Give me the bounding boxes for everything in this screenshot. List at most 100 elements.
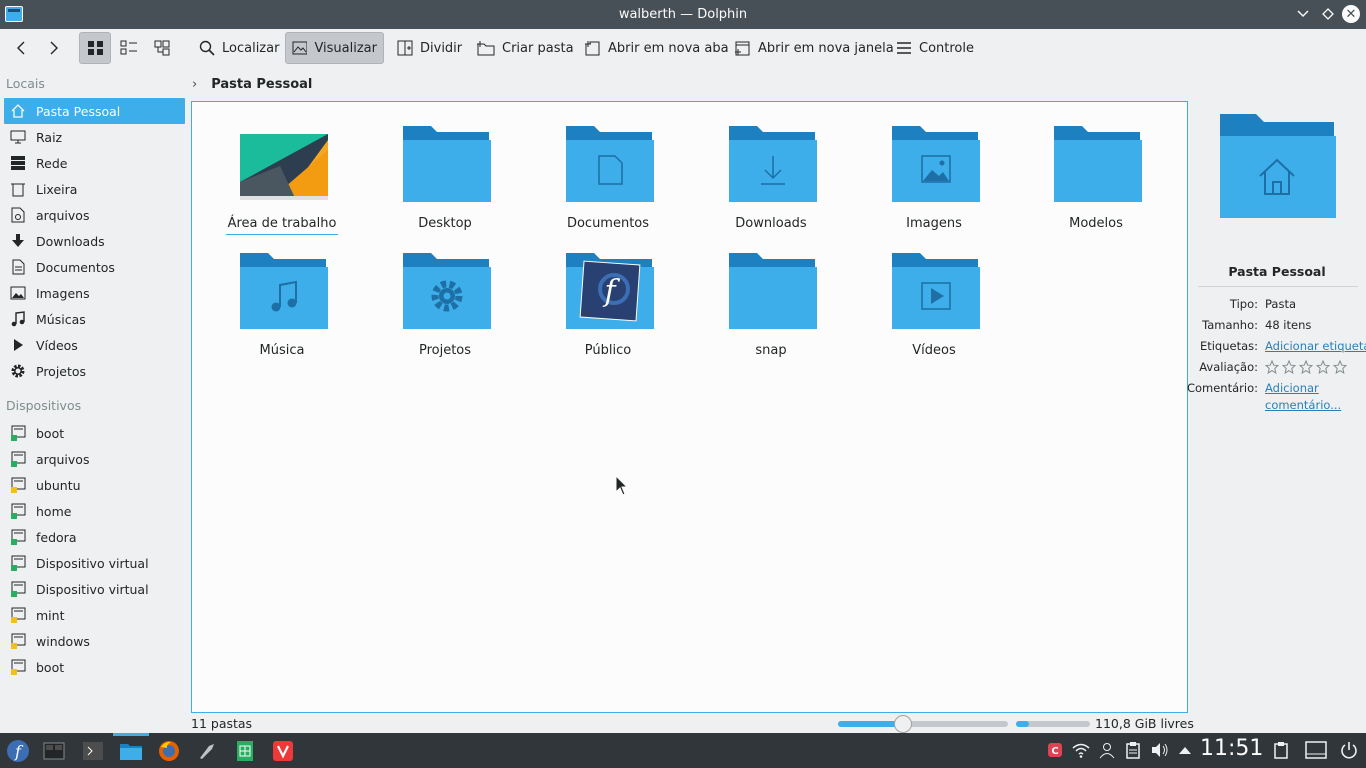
sidebar-item-videos[interactable]: Vídeos bbox=[4, 332, 185, 358]
sidebar-item-projects[interactable]: Projetos bbox=[4, 358, 185, 384]
svg-text:C: C bbox=[1051, 746, 1058, 757]
sidebar-item-downloads[interactable]: Downloads bbox=[4, 228, 185, 254]
close-icon[interactable]: ✕ bbox=[1342, 5, 1360, 23]
sidebar-device-virtual-2[interactable]: Dispositivo virtual bbox=[4, 576, 185, 602]
krita-icon[interactable] bbox=[193, 737, 221, 765]
folder-downloads-icon bbox=[729, 126, 817, 202]
breadcrumb-current[interactable]: Pasta Pessoal bbox=[211, 77, 312, 92]
file-item[interactable]: Modelos bbox=[1021, 106, 1171, 231]
file-item[interactable]: f Público bbox=[533, 233, 683, 358]
places-panel: Locais Pasta Pessoal Raiz Rede Lixeira a… bbox=[0, 70, 188, 710]
dolphin-icon[interactable] bbox=[113, 733, 149, 765]
firefox-icon[interactable] bbox=[155, 737, 183, 765]
spreadsheet-icon[interactable] bbox=[231, 737, 259, 765]
compact-view-icon bbox=[120, 40, 137, 55]
back-button[interactable] bbox=[8, 32, 34, 64]
add-comment-link[interactable]: Adicionar bbox=[1265, 381, 1319, 395]
file-item[interactable]: Vídeos bbox=[859, 233, 1009, 358]
sidebar-device-windows[interactable]: windows bbox=[4, 628, 185, 654]
home-icon bbox=[8, 101, 28, 121]
preview-button[interactable]: Visualizar bbox=[285, 32, 384, 64]
sidebar-item-music[interactable]: Músicas bbox=[4, 306, 185, 332]
sidebar-item-label: Pasta Pessoal bbox=[36, 103, 121, 119]
sidebar-item-label: Raiz bbox=[36, 129, 63, 145]
mouse-cursor-icon bbox=[615, 475, 629, 496]
sidebar-item-home[interactable]: Pasta Pessoal bbox=[4, 98, 185, 124]
information-panel: Pasta Pessoal Tipo: Pasta Tamanho: 48 it… bbox=[1187, 101, 1366, 713]
sidebar-device-arquivos[interactable]: arquivos bbox=[4, 446, 185, 472]
sidebar-item-label: Projetos bbox=[36, 363, 87, 379]
power-icon[interactable] bbox=[1340, 741, 1358, 759]
sidebar-device-mint[interactable]: mint bbox=[4, 602, 185, 628]
icons-view-button[interactable] bbox=[79, 32, 111, 64]
minimize-icon[interactable] bbox=[1293, 4, 1313, 24]
file-item[interactable]: snap bbox=[696, 233, 846, 358]
file-item[interactable]: Área de trabalho bbox=[207, 106, 357, 235]
file-item[interactable]: Documentos bbox=[533, 106, 683, 231]
add-comment-link-2[interactable]: comentário... bbox=[1265, 398, 1341, 412]
star-icon[interactable] bbox=[1282, 360, 1296, 374]
user-switch-icon[interactable] bbox=[1098, 741, 1116, 759]
breadcrumb[interactable]: › Pasta Pessoal bbox=[192, 74, 312, 94]
star-icon[interactable] bbox=[1316, 360, 1330, 374]
sidebar-device-boot[interactable]: boot bbox=[4, 420, 185, 446]
split-button[interactable]: Dividir bbox=[391, 32, 468, 64]
file-item[interactable]: Projetos bbox=[370, 233, 520, 358]
sidebar-item-trash[interactable]: Lixeira bbox=[4, 176, 185, 202]
disk-space-bar[interactable] bbox=[1016, 721, 1090, 727]
file-item[interactable]: Música bbox=[207, 233, 357, 358]
volume-icon[interactable] bbox=[1150, 741, 1168, 759]
sidebar-device-virtual-1[interactable]: Dispositivo virtual bbox=[4, 550, 185, 576]
clipboard-icon[interactable] bbox=[1124, 741, 1142, 759]
security-icon[interactable]: C bbox=[1046, 741, 1064, 759]
sidebar-device-fedora[interactable]: fedora bbox=[4, 524, 185, 550]
maximize-icon[interactable] bbox=[1318, 4, 1338, 24]
sidebar-item-root[interactable]: Raiz bbox=[4, 124, 185, 150]
rating-stars[interactable] bbox=[1265, 360, 1347, 374]
drive-green-icon bbox=[8, 579, 28, 599]
show-desktop-icon[interactable] bbox=[1304, 741, 1328, 759]
sidebar-item-network[interactable]: Rede bbox=[4, 150, 185, 176]
expand-tray-icon[interactable] bbox=[1176, 741, 1194, 759]
file-item[interactable]: Desktop bbox=[370, 106, 520, 231]
sidebar-device-home[interactable]: home bbox=[4, 498, 185, 524]
compact-view-button[interactable] bbox=[113, 32, 145, 64]
document-icon bbox=[8, 257, 28, 277]
zoom-slider-handle[interactable] bbox=[893, 715, 912, 733]
fedora-launcher-icon[interactable]: f bbox=[4, 737, 32, 765]
clipboard-history-icon[interactable] bbox=[1272, 741, 1290, 759]
folder-gear-icon bbox=[403, 253, 491, 329]
find-button[interactable]: Localizar bbox=[193, 32, 285, 64]
create-folder-button[interactable]: Criar pasta bbox=[471, 32, 580, 64]
open-new-window-button[interactable]: Abrir em nova janela bbox=[727, 32, 900, 64]
create-folder-label: Criar pasta bbox=[502, 40, 574, 56]
add-tags-link[interactable]: Adicionar etiquetas bbox=[1265, 339, 1366, 353]
file-item[interactable]: Imagens bbox=[859, 106, 1009, 231]
sidebar-item-documents[interactable]: Documentos bbox=[4, 254, 185, 280]
wifi-icon[interactable] bbox=[1072, 741, 1090, 759]
clock[interactable]: 11:51 bbox=[1200, 736, 1263, 761]
hamburger-menu-icon bbox=[897, 42, 911, 54]
terminal-icon[interactable] bbox=[79, 737, 107, 765]
sidebar-item-arquivos[interactable]: arquivos bbox=[4, 202, 185, 228]
open-new-tab-button[interactable]: Abrir em nova aba bbox=[577, 32, 735, 64]
sidebar-device-boot-2[interactable]: boot bbox=[4, 654, 185, 680]
star-icon[interactable] bbox=[1265, 360, 1279, 374]
pager-icon[interactable] bbox=[40, 737, 68, 765]
sidebar-device-ubuntu[interactable]: ubuntu bbox=[4, 472, 185, 498]
sidebar-item-images[interactable]: Imagens bbox=[4, 280, 185, 306]
vivaldi-icon[interactable] bbox=[269, 737, 297, 765]
forward-button[interactable] bbox=[41, 32, 67, 64]
star-icon[interactable] bbox=[1333, 360, 1347, 374]
free-space-label[interactable]: 110,8 GiB livres bbox=[1095, 716, 1194, 731]
sidebar-item-label: Músicas bbox=[36, 311, 86, 327]
chevron-right-icon[interactable]: › bbox=[192, 77, 197, 92]
file-item[interactable]: Downloads bbox=[696, 106, 846, 231]
star-icon[interactable] bbox=[1299, 360, 1313, 374]
new-window-icon bbox=[735, 41, 750, 56]
control-menu-button[interactable]: Controle bbox=[890, 32, 980, 64]
zoom-slider[interactable] bbox=[838, 715, 1008, 733]
drive-green-icon bbox=[8, 527, 28, 547]
details-view-button[interactable] bbox=[147, 32, 179, 64]
file-view[interactable]: Área de trabalho Desktop Documentos Down… bbox=[191, 101, 1188, 713]
